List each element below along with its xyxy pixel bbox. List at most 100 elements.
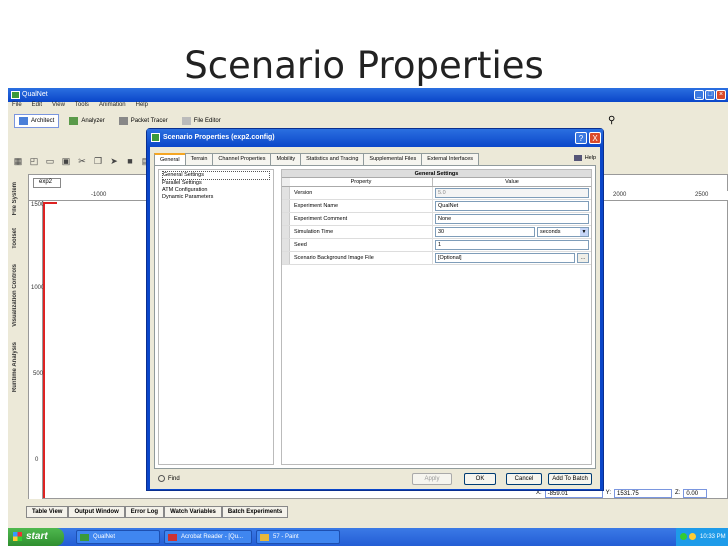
close-icon[interactable]: X bbox=[589, 132, 601, 144]
time-unit-select[interactable]: seconds ▼ bbox=[537, 227, 589, 237]
help-icon[interactable]: ? bbox=[575, 132, 587, 144]
tab-output-window[interactable]: Output Window bbox=[68, 506, 125, 518]
property-grid: General Settings Property Value Version … bbox=[281, 169, 592, 465]
task-paint[interactable]: 57 - Paint bbox=[256, 530, 340, 544]
help-link-label: Help bbox=[584, 155, 596, 161]
ok-button[interactable]: OK bbox=[464, 473, 496, 485]
help-link[interactable]: Help bbox=[573, 155, 596, 161]
table-row: Experiment Name QualNet bbox=[282, 200, 591, 213]
tree-item-atm-configuration[interactable]: ATM Configuration bbox=[162, 187, 270, 194]
dialog-titlebar: Scenario Properties (exp2.config) bbox=[147, 129, 603, 147]
find-label: Find bbox=[168, 475, 180, 482]
close-icon[interactable]: × bbox=[716, 90, 726, 100]
tab-terrain[interactable]: Terrain bbox=[184, 153, 214, 165]
copy-icon[interactable]: ❐ bbox=[92, 155, 104, 167]
packet-tracer-button[interactable]: Packet Tracer bbox=[115, 115, 172, 127]
menu-file[interactable]: File bbox=[12, 102, 22, 111]
qualnet-logo-icon bbox=[11, 91, 20, 99]
qualnet-logo-icon bbox=[151, 133, 160, 142]
sidebar-tab-visualization-controls[interactable]: Visualization Controls bbox=[12, 264, 18, 327]
row-index bbox=[282, 213, 290, 225]
find-button[interactable]: Find bbox=[158, 475, 180, 482]
hruler-label: 2500 bbox=[695, 192, 709, 198]
row-index bbox=[282, 187, 290, 199]
version-field: 5.0 bbox=[435, 188, 589, 198]
open-icon[interactable]: ▭ bbox=[44, 155, 56, 167]
packet-tracer-icon bbox=[118, 117, 128, 125]
analyzer-icon bbox=[69, 117, 79, 125]
cut-icon[interactable]: ✂ bbox=[76, 155, 88, 167]
left-dock: File System Toolset Visualization Contro… bbox=[8, 174, 28, 504]
row-index bbox=[282, 239, 290, 251]
menu-help[interactable]: Help bbox=[136, 102, 148, 111]
node-icon[interactable]: ■ bbox=[124, 155, 136, 167]
sidebar-tab-toolset[interactable]: Toolset bbox=[12, 228, 18, 249]
tree-item-dynamic-parameters[interactable]: Dynamic Parameters bbox=[162, 194, 270, 201]
start-button[interactable]: start bbox=[8, 528, 64, 546]
chevron-down-icon: ▼ bbox=[580, 228, 588, 236]
hruler-label: 2000 bbox=[613, 192, 627, 198]
tab-statistics-and-tracing[interactable]: Statistics and Tracing bbox=[300, 153, 365, 165]
background-image-field[interactable]: [Optional] bbox=[435, 253, 575, 263]
apply-button[interactable]: Apply bbox=[412, 473, 452, 485]
file-editor-button[interactable]: File Editor bbox=[178, 115, 225, 127]
tray-icon[interactable] bbox=[680, 533, 687, 540]
task-acrobat-reader[interactable]: Acrobat Reader - [Qu... bbox=[164, 530, 252, 544]
app-title: QualNet bbox=[22, 91, 48, 98]
qualnet-logo-icon bbox=[80, 534, 89, 541]
tab-supplemental-files[interactable]: Supplemental Files bbox=[363, 153, 423, 165]
tab-batch-experiments[interactable]: Batch Experiments bbox=[221, 506, 289, 518]
search-icon bbox=[158, 475, 165, 482]
experiment-name-field[interactable]: QualNet bbox=[435, 201, 589, 211]
menu-tools[interactable]: Tools bbox=[75, 102, 89, 111]
sidebar-tab-file-system[interactable]: File System bbox=[12, 182, 18, 215]
analyzer-button[interactable]: Analyzer bbox=[65, 115, 108, 127]
tab-external-interfaces[interactable]: External Interfaces bbox=[421, 153, 480, 165]
cancel-button[interactable]: Cancel bbox=[506, 473, 542, 485]
simulation-time-field[interactable]: 30 bbox=[435, 227, 535, 237]
seed-field[interactable]: 1 bbox=[435, 240, 589, 250]
menu-animation[interactable]: Animation bbox=[99, 102, 126, 111]
menu-view[interactable]: View bbox=[52, 102, 65, 111]
grid-icon[interactable]: ▦ bbox=[12, 155, 24, 167]
boundary-line bbox=[43, 202, 45, 498]
new-icon[interactable]: ◰ bbox=[28, 155, 40, 167]
vruler-label: 500 bbox=[33, 371, 44, 377]
tab-watch-variables[interactable]: Watch Variables bbox=[164, 506, 222, 518]
table-row: Version 5.0 bbox=[282, 187, 591, 200]
tree-item-general-settings[interactable]: General Settings bbox=[162, 171, 270, 180]
tab-error-log[interactable]: Error Log bbox=[124, 506, 165, 518]
paint-icon bbox=[260, 534, 269, 541]
task-qualnet[interactable]: QualNet bbox=[76, 530, 160, 544]
maximize-icon[interactable]: □ bbox=[705, 90, 715, 100]
add-to-batch-button[interactable]: Add To Batch bbox=[548, 473, 592, 485]
taskbar: start QualNet Acrobat Reader - [Qu... 57… bbox=[8, 528, 728, 546]
menu-edit[interactable]: Edit bbox=[32, 102, 42, 111]
tree-item-parallel-settings[interactable]: Parallel Settings bbox=[162, 180, 270, 187]
tray-icon[interactable] bbox=[689, 533, 696, 540]
app-titlebar: QualNet _ □ × bbox=[8, 88, 728, 102]
save-icon[interactable]: ▣ bbox=[60, 155, 72, 167]
z-label: Z: bbox=[675, 490, 681, 496]
property-name: Version bbox=[290, 187, 433, 199]
grid-title: General Settings bbox=[282, 170, 591, 178]
grid-column-headers: Property Value bbox=[282, 178, 591, 187]
tab-table-view[interactable]: Table View bbox=[26, 506, 69, 518]
settings-tree: General Settings Parallel Settings ATM C… bbox=[158, 169, 274, 465]
browse-button[interactable]: ... bbox=[577, 253, 589, 263]
property-name: Experiment Comment bbox=[290, 213, 433, 225]
general-panel: General Settings Parallel Settings ATM C… bbox=[154, 165, 596, 469]
property-name: Seed bbox=[290, 239, 433, 251]
experiment-comment-field[interactable]: None bbox=[435, 214, 589, 224]
tab-channel-properties[interactable]: Channel Properties bbox=[212, 153, 272, 165]
canvas-tab-exp2[interactable]: exp2 bbox=[33, 178, 61, 188]
tab-general[interactable]: General bbox=[154, 153, 186, 165]
select-icon[interactable]: ➤ bbox=[108, 155, 120, 167]
tab-mobility[interactable]: Mobility bbox=[270, 153, 302, 165]
minimize-icon[interactable]: _ bbox=[694, 90, 704, 100]
architect-button[interactable]: Architect bbox=[14, 114, 60, 128]
vertical-ruler: 1500 1000 500 0 bbox=[29, 201, 44, 499]
sidebar-tab-runtime-analysis[interactable]: Runtime Analysis bbox=[12, 342, 18, 392]
dialog-footer: Find Apply OK Cancel Add To Batch bbox=[154, 473, 596, 487]
search-icon[interactable]: ⚲ bbox=[608, 115, 615, 126]
